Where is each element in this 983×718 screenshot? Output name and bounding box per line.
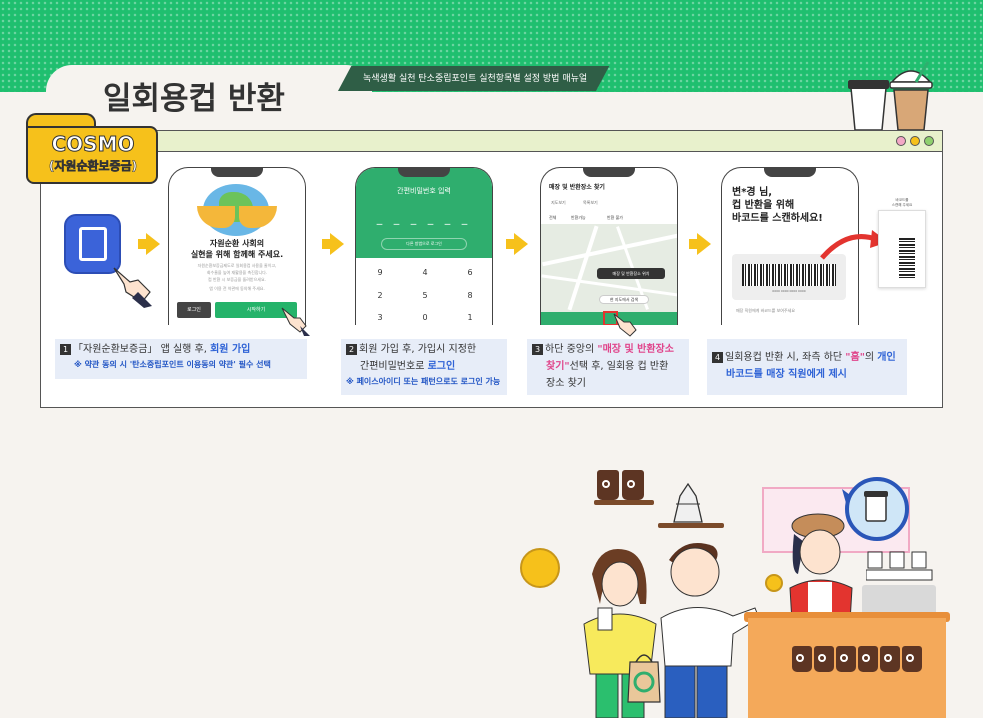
key[interactable]: 6 (458, 268, 482, 277)
coffee-jar (814, 646, 834, 672)
key[interactable]: 5 (413, 291, 437, 300)
caption-step-1: 1 「자원순환보증금」 앱 실행 후, 회원 가입 ※ 약관 동의 시 '탄소중립… (55, 339, 307, 379)
window-dot (896, 136, 906, 146)
hand-pointer-icon (113, 267, 152, 308)
phone-step-1: 자원순환 사회의 실현을 위해 함께해 주세요. 자원순환보증금제도로 일회용컵… (168, 167, 306, 325)
legend-all: 전체 (549, 215, 557, 220)
page-title: 일회용컵 반환 (103, 81, 285, 117)
caption-step-3: 3 하단 중앙의 "매장 및 반환장소 찾기"선택 후, 일회용 컵 반환 장소 … (527, 339, 689, 395)
key[interactable]: 1 (458, 313, 482, 322)
step-arrow (322, 233, 344, 255)
phone-step-3: 매장 및 반환장소 찾기 지도보기 목록보기 전체 반환가능 반환 불가 매장 … (540, 167, 678, 325)
key[interactable]: 9 (368, 268, 392, 277)
barcode-heading: 변*경 님, 컵 반환을 위해 바코드를 스캔하세요! (732, 187, 823, 224)
step-arrow (506, 233, 528, 255)
coffee-jar (597, 470, 619, 500)
brand-name: COSMO (51, 132, 135, 157)
legend-unavailable: 반환 불가 (607, 215, 623, 220)
coffee-jar (858, 646, 878, 672)
coin (520, 548, 560, 588)
coffee-cups-icon (848, 61, 933, 130)
legend-available: 반환가능 (571, 215, 586, 220)
tab-list[interactable]: 목록보기 (583, 200, 598, 206)
scanner-label: 바코드를 스캔해 주세요 (891, 198, 913, 207)
coffee-jar (836, 646, 856, 672)
key[interactable]: 8 (458, 291, 482, 300)
caption-step-2: 2 회원 가입 후, 가입시 지정한 간편비밀번호로 로그인 ※ 페이스아이디 또… (341, 339, 507, 395)
coffee-maker-icon (673, 482, 703, 523)
hand-pointer-icon (281, 307, 310, 336)
cash-register (862, 585, 936, 615)
scanner-barcode (899, 238, 915, 278)
key[interactable]: 3 (368, 313, 392, 322)
key[interactable]: 4 (413, 268, 437, 277)
barcode (742, 264, 836, 286)
barista (789, 513, 853, 622)
barcode-number: 0000 0000 0000 0000 (772, 289, 806, 293)
window-dot (910, 136, 920, 146)
window-bar (41, 131, 942, 152)
login-button[interactable]: 로그인 (177, 302, 211, 318)
key[interactable]: 2 (368, 291, 392, 300)
window-dot (924, 136, 934, 146)
search-here-button[interactable]: 현 지도에서 검색 (599, 295, 649, 304)
step-arrow (689, 233, 711, 255)
page-subtitle: 녹색생활 실천 탄소중립포인트 실천항목별 설정 방법 매뉴얼 (363, 74, 588, 84)
cups-icon (866, 551, 933, 581)
shelf (594, 500, 654, 505)
phone-step-2: 간편비밀번호 입력 _ _ _ _ _ _ 다른 방법으로 로그인 9 4 6 … (355, 167, 493, 325)
coffee-jar (880, 646, 900, 672)
p1-heading: 자원순환 사회의 실현을 위해 함께해 주세요. (190, 239, 284, 259)
brand-subtitle: (자원순환보증금) (48, 159, 138, 174)
coffee-jar (902, 646, 922, 672)
coffee-jar (622, 470, 644, 500)
pin-title: 간편비밀번호 입력 (397, 187, 451, 195)
coffee-jar (792, 646, 812, 672)
store-finder-title: 매장 및 반환장소 찾기 (549, 184, 605, 191)
step-arrow (138, 233, 160, 255)
caption-step-4: 4 일회용컵 반환 시, 좌측 하단 "홈"의 개인 바코드를 매장 직원에게 제… (707, 339, 907, 395)
p1-body: 자원순환보증금제도로 일회용컵 사용을 줄이고, 회수율을 높여 재활용을 촉진… (197, 263, 277, 282)
barcode-footer: 매장 직원에게 바코드를 보여주세요 (736, 308, 796, 313)
map-popup: 매장 및 반환장소 위치 (597, 268, 665, 279)
hand-pointer-icon (613, 313, 637, 337)
pin-dashes: _ _ _ _ _ _ (376, 212, 472, 225)
key[interactable]: 0 (413, 313, 437, 322)
tab-map[interactable]: 지도보기 (551, 200, 566, 206)
login-method-dropdown[interactable]: 다른 방법으로 로그인 (381, 238, 467, 250)
p1-footer: 앱 이용 전 약관에 동의해 주세요. (209, 286, 265, 291)
